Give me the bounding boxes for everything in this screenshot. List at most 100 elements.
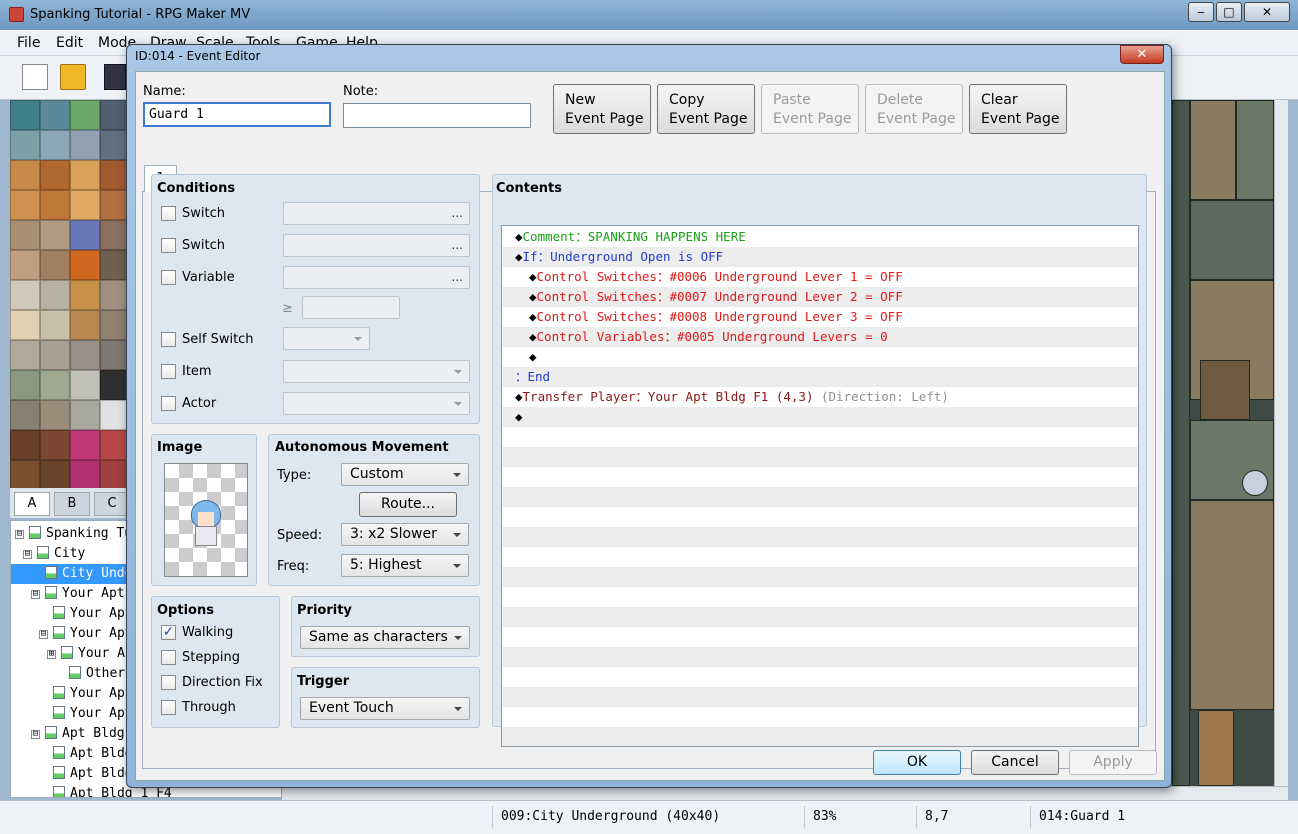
map-canvas[interactable] <box>1172 100 1274 786</box>
maximize-button[interactable]: □ <box>1216 2 1242 22</box>
map-tree-label: Your Apt <box>70 686 133 701</box>
delete-event-page-button[interactable]: Delete Event Page <box>865 84 963 134</box>
map-icon <box>61 646 73 659</box>
event-image[interactable] <box>164 463 248 577</box>
through-checkbox[interactable] <box>161 700 176 715</box>
switch1-checkbox[interactable] <box>161 206 176 221</box>
map-tree-label: Your Apt <box>70 606 133 621</box>
direction-fix-checkbox[interactable] <box>161 675 176 690</box>
command-row[interactable]: ◆ <box>502 407 1138 427</box>
tree-expander-icon[interactable]: ⊟ <box>15 530 24 539</box>
command-bullet: ◆ <box>515 389 523 404</box>
command-text: Control Switches：#0008 Underground Lever… <box>536 309 903 324</box>
menu-file[interactable]: File <box>17 35 40 51</box>
variable-checkbox[interactable] <box>161 270 176 285</box>
movement-freq-select[interactable]: 5: Highest <box>341 554 469 577</box>
command-row[interactable] <box>502 687 1138 707</box>
map-vertical-scrollbar[interactable] <box>1274 100 1288 786</box>
tileset-palette[interactable] <box>10 100 126 488</box>
main-title-bar: Spanking Tutorial - RPG Maker MV ‒ □ ✕ <box>0 0 1298 30</box>
status-bar: 009:City Underground (40x40) 83% 8,7 014… <box>0 800 1298 834</box>
command-row[interactable]: ◆Comment：SPANKING HAPPENS HERE <box>502 227 1138 247</box>
command-text: Control Switches：#0007 Underground Lever… <box>536 289 903 304</box>
variable-label: Variable <box>182 270 235 285</box>
open-project-icon[interactable] <box>60 64 86 90</box>
apply-button[interactable]: Apply <box>1069 750 1157 775</box>
new-project-icon[interactable] <box>22 64 48 90</box>
priority-panel: Priority Same as characters <box>291 596 480 657</box>
command-row[interactable]: ◆If：Underground Open is OFF <box>502 247 1138 267</box>
priority-select[interactable]: Same as characters <box>300 626 470 649</box>
command-bullet: ◆ <box>529 289 537 304</box>
command-row[interactable]: ◆Transfer Player：Your Apt Bldg F1 (4,3) … <box>502 387 1138 407</box>
movement-type-select[interactable]: Custom <box>341 463 469 486</box>
command-row[interactable] <box>502 647 1138 667</box>
command-row[interactable] <box>502 707 1138 727</box>
switch2-selector[interactable]: ... <box>283 234 470 257</box>
self-switch-selector[interactable] <box>283 327 370 350</box>
minimize-button[interactable]: ‒ <box>1188 2 1214 22</box>
walking-checkbox[interactable]: ✓ <box>161 625 176 640</box>
command-row[interactable]: ◆Control Switches：#0007 Underground Leve… <box>502 287 1138 307</box>
command-row[interactable] <box>502 507 1138 527</box>
movement-speed-select[interactable]: 3: x2 Slower <box>341 523 469 546</box>
new-event-page-button[interactable]: New Event Page <box>553 84 651 134</box>
tree-expander-icon[interactable]: ⊞ <box>47 650 56 659</box>
map-icon <box>37 546 49 559</box>
command-row[interactable] <box>502 547 1138 567</box>
actor-selector[interactable] <box>283 392 470 415</box>
menu-edit[interactable]: Edit <box>56 35 83 51</box>
tileset-tab-b[interactable]: B <box>54 492 90 516</box>
through-label: Through <box>182 700 236 715</box>
stepping-checkbox[interactable] <box>161 650 176 665</box>
dialog-title: ID:014 - Event Editor <box>135 49 261 63</box>
variable-selector[interactable]: ... <box>283 266 470 289</box>
tree-expander-icon[interactable]: ⊟ <box>23 550 32 559</box>
ok-button[interactable]: OK <box>873 750 961 775</box>
status-event: 014:Guard 1 <box>1030 806 1230 828</box>
command-row[interactable] <box>502 527 1138 547</box>
switch2-checkbox[interactable] <box>161 238 176 253</box>
switch1-selector[interactable]: ... <box>283 202 470 225</box>
clear-event-page-button[interactable]: Clear Event Page <box>969 84 1067 134</box>
command-row[interactable] <box>502 567 1138 587</box>
tileset-tab-c[interactable]: C <box>94 492 130 516</box>
command-row[interactable] <box>502 427 1138 447</box>
variable-value-spinner[interactable] <box>302 296 400 319</box>
command-row[interactable] <box>502 487 1138 507</box>
note-input[interactable] <box>343 103 531 128</box>
command-row[interactable]: ◆Control Switches：#0006 Underground Leve… <box>502 267 1138 287</box>
tree-expander-icon[interactable]: ⊟ <box>31 590 40 599</box>
item-selector[interactable] <box>283 360 470 383</box>
actor-checkbox[interactable] <box>161 396 176 411</box>
command-row[interactable]: ◆Control Variables：#0005 Underground Lev… <box>502 327 1138 347</box>
window-close-button[interactable]: ✕ <box>1244 2 1290 22</box>
name-input[interactable]: Guard 1 <box>143 102 331 127</box>
command-row[interactable]: ：End <box>502 367 1138 387</box>
copy-event-page-button[interactable]: Copy Event Page <box>657 84 755 134</box>
paste-event-page-button[interactable]: Paste Event Page <box>761 84 859 134</box>
cancel-button[interactable]: Cancel <box>971 750 1059 775</box>
map-horizontal-scrollbar[interactable] <box>282 786 1288 800</box>
command-row[interactable] <box>502 627 1138 647</box>
command-row[interactable] <box>502 727 1138 746</box>
item-checkbox[interactable] <box>161 364 176 379</box>
contents-list[interactable]: ◆Comment：SPANKING HAPPENS HERE ◆If：Underg… <box>501 225 1139 747</box>
tree-expander-icon[interactable]: ⊟ <box>31 730 40 739</box>
self-switch-label: Self Switch <box>182 332 254 347</box>
command-row[interactable] <box>502 447 1138 467</box>
save-project-icon[interactable] <box>104 64 126 90</box>
tileset-tab-a[interactable]: A <box>14 492 50 516</box>
tree-expander-icon[interactable]: ⊟ <box>39 630 48 639</box>
command-row[interactable]: ◆Control Switches：#0008 Underground Leve… <box>502 307 1138 327</box>
command-row[interactable] <box>502 667 1138 687</box>
command-row[interactable] <box>502 587 1138 607</box>
trigger-select[interactable]: Event Touch <box>300 697 470 720</box>
dialog-close-button[interactable]: ✕ <box>1120 45 1164 64</box>
route-button[interactable]: Route... <box>359 492 457 517</box>
command-row[interactable] <box>502 467 1138 487</box>
command-row[interactable]: ◆ <box>502 347 1138 367</box>
command-row[interactable] <box>502 607 1138 627</box>
self-switch-checkbox[interactable] <box>161 332 176 347</box>
priority-title: Priority <box>297 603 352 618</box>
